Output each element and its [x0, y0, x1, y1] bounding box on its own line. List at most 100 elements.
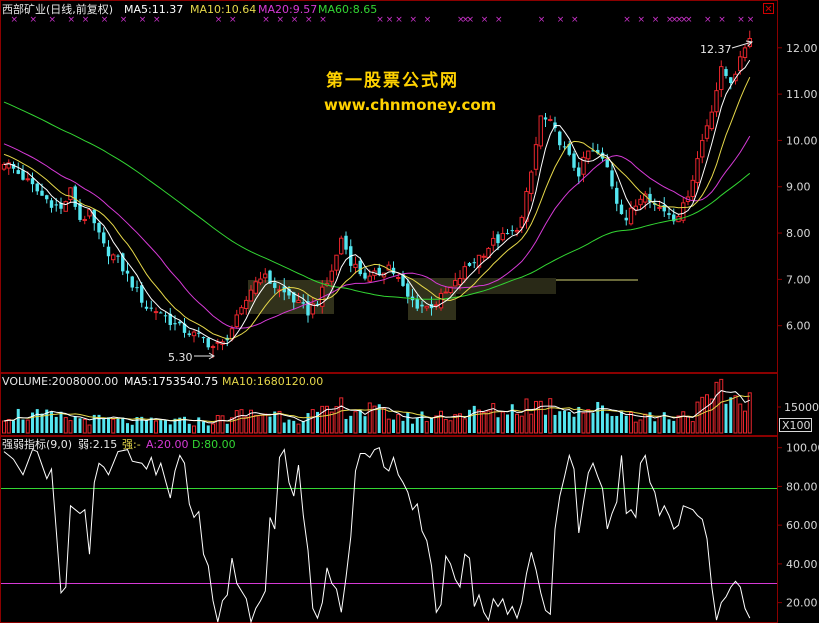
candle-body — [714, 90, 719, 113]
volume-bar — [54, 416, 58, 433]
signal-marker: × — [481, 15, 489, 25]
candle-body — [97, 222, 101, 233]
candle-body — [420, 304, 424, 307]
volume-bar — [443, 419, 448, 434]
signal-marker: × — [623, 15, 631, 25]
candle-body — [605, 159, 609, 168]
volume-bar — [353, 411, 358, 434]
signal-marker: × — [215, 15, 223, 25]
volume-bar — [145, 420, 148, 433]
candle-body — [719, 66, 724, 91]
candle-body — [239, 307, 244, 315]
candle-body — [424, 305, 429, 309]
candle-body — [206, 338, 210, 348]
candle-body — [415, 298, 419, 309]
candle-body — [173, 323, 177, 325]
volume-bar — [496, 417, 500, 433]
volume-bar — [339, 397, 344, 434]
candle-body — [500, 233, 505, 241]
candle-body — [533, 144, 539, 170]
volume-bar — [192, 425, 196, 434]
candle-body — [244, 299, 249, 309]
signal-marker: × — [638, 15, 646, 25]
signal-marker: × — [538, 15, 546, 25]
signal-marker: × — [410, 15, 418, 25]
volume-bar — [258, 414, 263, 434]
volume-bar — [705, 394, 709, 434]
volume-bar — [638, 419, 643, 434]
candle-body — [367, 275, 372, 282]
candle-body — [263, 273, 268, 279]
indicator-tick-label: 60.00 — [786, 519, 818, 532]
signal-marker: × — [139, 15, 147, 25]
volume-bar — [615, 415, 619, 433]
candle-body — [548, 118, 553, 121]
ma10-label: MA10:10.64 — [190, 3, 256, 16]
volume-bar — [529, 413, 534, 434]
volume-bar — [82, 419, 87, 434]
volume-bar — [197, 417, 201, 433]
volume-bar — [633, 421, 638, 434]
volume-bar — [282, 422, 286, 433]
price-tick-label: 10.00 — [786, 134, 818, 147]
watermark-title: 第一股票公式网 — [326, 70, 459, 91]
candle-body — [296, 299, 301, 304]
signal-marker: × — [277, 15, 285, 25]
volume-bar — [320, 405, 325, 434]
candle-body — [462, 266, 467, 280]
volume-bar — [415, 417, 419, 433]
price-tick-label: 8.00 — [786, 227, 811, 240]
candle-body — [253, 281, 258, 294]
candle-body — [657, 206, 662, 209]
volume-bar — [620, 411, 623, 433]
candle-body — [491, 237, 496, 246]
signal-marker: × — [685, 15, 693, 25]
volume-bar — [215, 414, 220, 434]
candle-body — [662, 204, 666, 212]
candle-body — [153, 311, 159, 314]
stock-chart: 西部矿业(日线,前复权) MA5:11.37 MA10:10.64 MA20:9… — [0, 0, 819, 623]
volume-bar — [581, 412, 586, 434]
signal-marker: × — [737, 15, 745, 25]
signal-marker: × — [305, 15, 313, 25]
volume-bar — [220, 415, 225, 434]
signal-marker: × — [467, 15, 475, 25]
candle-body — [406, 283, 410, 297]
signal-marker: × — [291, 15, 299, 25]
volume-bar — [434, 415, 439, 434]
candle-body — [73, 186, 77, 207]
volume-bar — [116, 417, 120, 433]
candle — [538, 115, 543, 150]
volume-bar — [168, 424, 172, 433]
volume-bar — [367, 402, 372, 434]
volume-bar — [401, 420, 405, 433]
volume-bar — [468, 409, 471, 433]
candle-body — [329, 270, 334, 282]
volume-bar — [296, 423, 301, 434]
volume-bar — [111, 418, 116, 434]
volume-bar — [553, 414, 557, 433]
candle — [339, 235, 344, 255]
volume-bar — [406, 411, 410, 433]
volume-bar — [724, 403, 728, 433]
candle-body — [505, 233, 510, 235]
signal-marker: × — [376, 15, 384, 25]
candle-body — [619, 204, 624, 215]
volume-bar — [130, 424, 134, 433]
volume-bar — [738, 403, 743, 434]
indicator-strong: 强:- — [122, 438, 141, 451]
signal-marker: × — [571, 15, 579, 25]
volume-bar — [563, 410, 566, 433]
price-tick-label: 11.00 — [786, 88, 818, 101]
volume-bar — [700, 396, 705, 434]
volume-bar — [411, 423, 414, 433]
candle-body — [628, 207, 634, 225]
volume-bar — [515, 413, 519, 434]
volume-bar — [382, 407, 386, 434]
stock-name: 西部矿业(日线,前复权) — [2, 2, 113, 16]
candle-body — [144, 306, 149, 309]
volume-ma10-label: MA10:1680120.00 — [222, 375, 323, 388]
candle — [63, 200, 68, 212]
volume-bar — [206, 425, 210, 433]
candle-body — [49, 200, 54, 208]
